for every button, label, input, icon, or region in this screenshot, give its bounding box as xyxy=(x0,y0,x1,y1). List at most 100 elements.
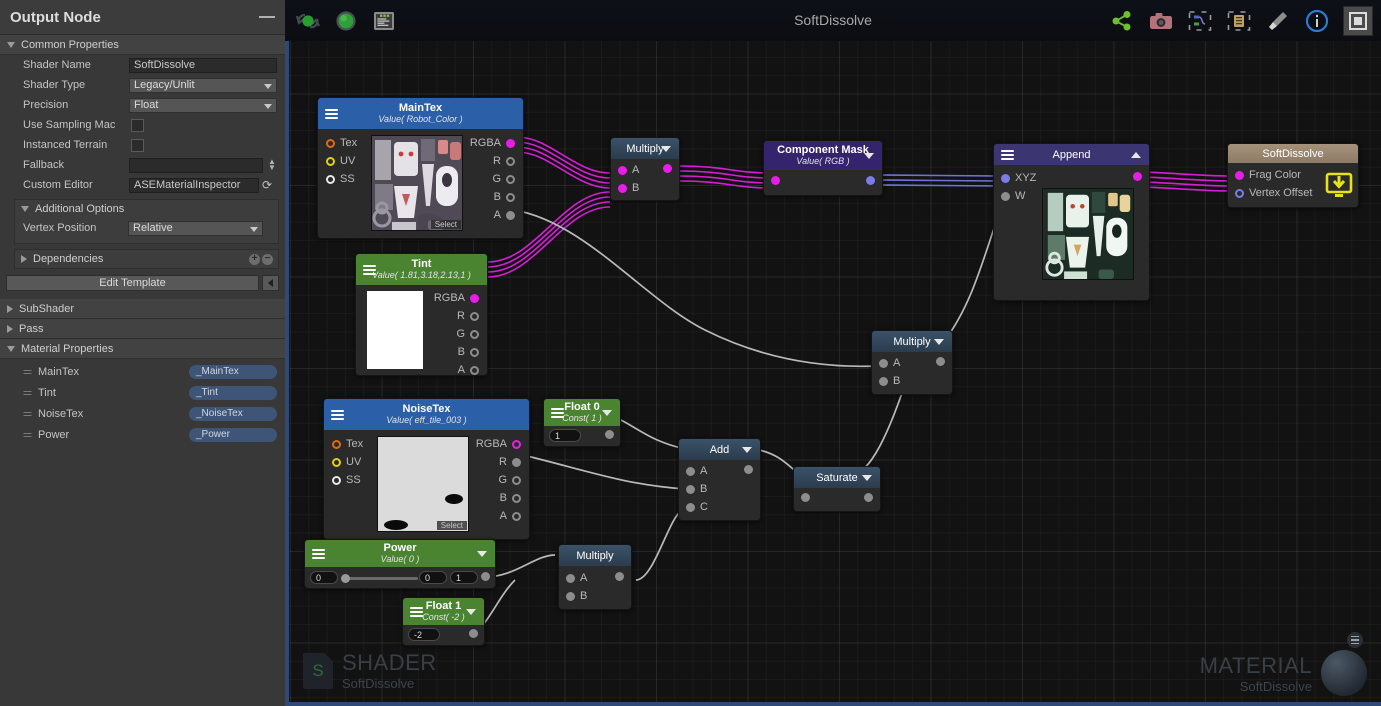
section-common-properties[interactable]: Common Properties xyxy=(0,35,285,55)
material-preview-sphere[interactable] xyxy=(1321,650,1367,696)
node-header[interactable]: Append xyxy=(994,144,1149,165)
output-port[interactable] xyxy=(663,164,672,173)
input-port[interactable] xyxy=(801,493,810,502)
input-port-b[interactable]: B xyxy=(566,590,587,602)
additional-options-header[interactable]: Additional Options xyxy=(15,200,278,218)
float0-value-input[interactable]: 1 xyxy=(549,429,581,442)
output-port[interactable] xyxy=(744,465,753,474)
color-swatch-tint[interactable] xyxy=(367,291,423,369)
dependencies-group[interactable]: Dependencies + − xyxy=(14,249,279,269)
output-port-b[interactable]: B xyxy=(458,346,479,358)
output-port-g[interactable]: G xyxy=(492,173,515,185)
chevron-down-icon[interactable] xyxy=(602,409,612,416)
green-sphere-icon[interactable] xyxy=(333,8,359,34)
node-header[interactable]: Tint Value( 1.81,3.18,2.13,1 ) xyxy=(356,254,487,285)
hamburger-icon[interactable] xyxy=(1001,149,1014,160)
float1-value-input[interactable]: -2 xyxy=(408,628,440,641)
chevron-down-icon[interactable] xyxy=(661,145,671,152)
share-icon[interactable] xyxy=(1109,8,1135,34)
live-update-icon[interactable] xyxy=(295,8,321,34)
input-port-xyz[interactable]: XYZ xyxy=(1001,172,1036,184)
node-softdissolve-output[interactable]: SoftDissolve Frag Color Vertex Offset xyxy=(1227,143,1359,208)
property-reference[interactable]: _MainTex xyxy=(189,364,277,379)
node-header[interactable]: NoiseTex Value( eff_tile_003 ) xyxy=(324,399,529,430)
input-port-a[interactable]: A xyxy=(879,357,900,369)
node-header[interactable]: SoftDissolve xyxy=(1228,144,1358,163)
shader-code-icon[interactable] xyxy=(371,8,397,34)
input-port-b[interactable]: B xyxy=(618,182,639,194)
input-port-vertex-offset[interactable]: Vertex Offset xyxy=(1235,187,1312,199)
save-to-shader-icon[interactable] xyxy=(1324,171,1354,206)
node-add[interactable]: Add A B C xyxy=(678,438,761,521)
output-port-g[interactable]: G xyxy=(498,474,521,486)
chevron-up-icon[interactable] xyxy=(1131,151,1141,158)
node-header[interactable]: Saturate xyxy=(794,467,880,488)
output-port[interactable] xyxy=(481,572,490,581)
output-port-a[interactable]: A xyxy=(500,510,521,522)
output-port[interactable] xyxy=(605,430,614,439)
input-port-b[interactable]: B xyxy=(686,483,707,495)
instanced-terrain-checkbox[interactable] xyxy=(131,138,144,152)
fallback-input[interactable] xyxy=(129,157,263,173)
power-min-input[interactable]: 0 xyxy=(419,571,447,584)
output-port-rgba[interactable]: RGBA xyxy=(476,438,521,450)
info-icon[interactable] xyxy=(1304,8,1330,34)
node-header[interactable]: Float 1 Const( -2 ) xyxy=(403,598,484,625)
drag-handle-icon[interactable]: ＝ xyxy=(22,385,38,401)
input-port-ss[interactable]: SS xyxy=(326,173,355,185)
output-port[interactable] xyxy=(615,572,624,581)
node-multiply-bottom[interactable]: Multiply A B xyxy=(558,544,632,610)
cleanup-broom-icon[interactable] xyxy=(1265,8,1291,34)
input-port-uv[interactable]: UV xyxy=(326,155,355,167)
output-port-b[interactable]: B xyxy=(500,492,521,504)
output-port-r[interactable]: R xyxy=(457,310,479,322)
focus-nodes-icon[interactable] xyxy=(1187,8,1213,34)
node-float0[interactable]: Float 0 Const( 1 ) 1 xyxy=(543,398,621,447)
node-maintex[interactable]: MainTex Value( Robot_Color ) Tex UV SS R… xyxy=(317,97,524,239)
shader-name-input[interactable]: SoftDissolve xyxy=(129,57,277,73)
node-header[interactable]: Multiply xyxy=(611,138,679,159)
node-saturate[interactable]: Saturate xyxy=(793,466,881,512)
output-port[interactable] xyxy=(864,493,873,502)
node-component-mask[interactable]: Component Mask Value( RGB ) xyxy=(763,140,883,196)
output-port-r[interactable]: R xyxy=(493,155,515,167)
focus-selection-icon[interactable] xyxy=(1226,8,1252,34)
chevron-down-icon[interactable] xyxy=(864,152,874,159)
list-item[interactable]: ＝ MainTex _MainTex xyxy=(0,361,285,382)
output-port-a[interactable]: A xyxy=(494,209,515,221)
list-item[interactable]: ＝ Power _Power xyxy=(0,424,285,445)
custom-editor-input[interactable]: ASEMaterialInspector xyxy=(129,177,259,193)
input-port-tex[interactable]: Tex xyxy=(332,438,363,450)
node-multiply-top[interactable]: Multiply A B xyxy=(610,137,680,201)
node-header[interactable]: Multiply xyxy=(872,331,952,352)
chevron-down-icon[interactable] xyxy=(742,446,752,453)
hamburger-icon[interactable] xyxy=(551,407,564,418)
section-material-properties[interactable]: Material Properties xyxy=(0,339,285,359)
input-port-w[interactable]: W xyxy=(1001,190,1025,202)
output-port[interactable] xyxy=(866,176,875,185)
input-port-a[interactable]: A xyxy=(566,572,587,584)
output-port-r[interactable]: R xyxy=(499,456,521,468)
add-dependency-button[interactable]: + xyxy=(249,253,260,265)
input-port-uv[interactable]: UV xyxy=(332,456,361,468)
precision-dropdown[interactable]: Float xyxy=(129,97,277,113)
texture-preview-noisetex[interactable]: Select xyxy=(377,436,469,532)
input-port-b[interactable]: B xyxy=(879,375,900,387)
fallback-stepper[interactable]: ▲ ▼ xyxy=(266,158,278,173)
input-port-c[interactable]: C xyxy=(686,501,708,513)
hamburger-icon[interactable] xyxy=(325,108,338,119)
refresh-icon[interactable]: ⟳ xyxy=(262,178,275,192)
output-port[interactable] xyxy=(469,629,478,638)
section-pass[interactable]: Pass xyxy=(0,319,285,339)
property-reference[interactable]: _Power xyxy=(189,427,277,442)
drag-handle-icon[interactable]: ＝ xyxy=(22,427,38,443)
output-port-b[interactable]: B xyxy=(494,191,515,203)
hamburger-icon[interactable] xyxy=(331,409,344,420)
output-port-rgba[interactable]: RGBA xyxy=(470,137,515,149)
camera-icon[interactable] xyxy=(1148,8,1174,34)
select-texture-button[interactable]: Select xyxy=(436,521,467,530)
input-port-ss[interactable]: SS xyxy=(332,474,361,486)
node-tint[interactable]: Tint Value( 1.81,3.18,2.13,1 ) RGBA R G … xyxy=(355,253,488,376)
section-subshader[interactable]: SubShader xyxy=(0,299,285,319)
texture-preview-maintex[interactable]: Select xyxy=(371,135,463,231)
